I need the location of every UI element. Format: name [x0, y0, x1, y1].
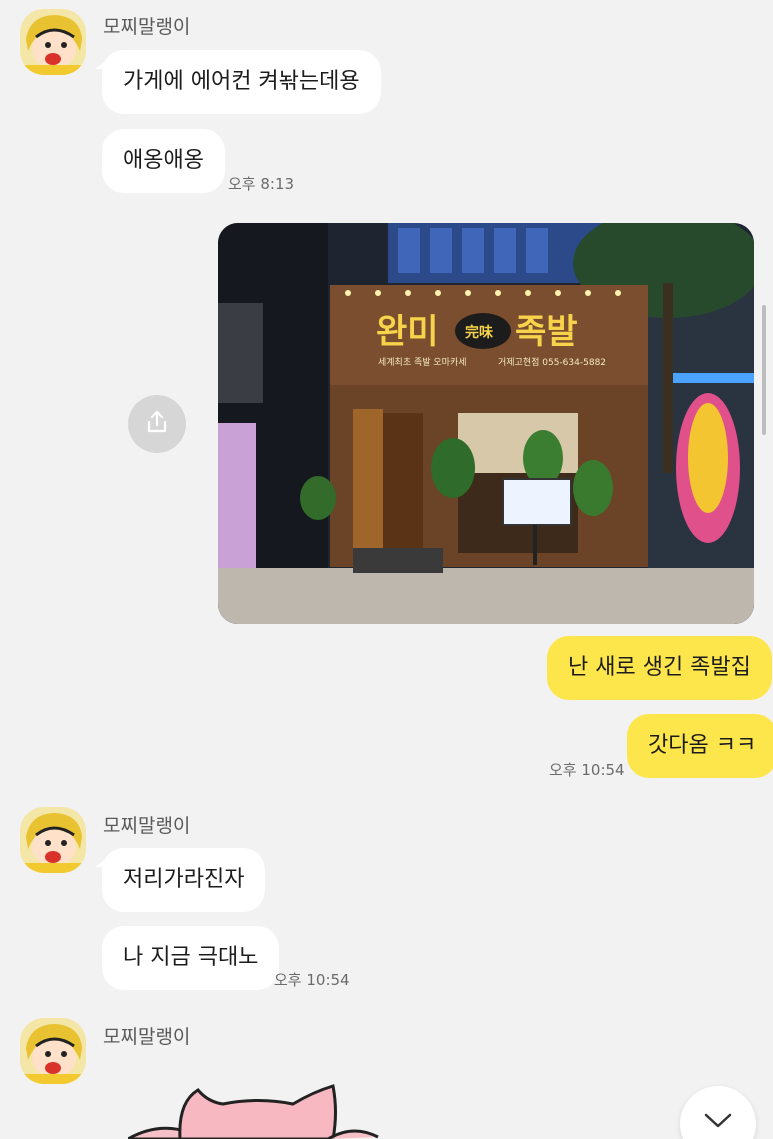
sign-phone: 거제고현점 055-634-5882	[498, 356, 606, 368]
avatar[interactable]	[20, 807, 86, 873]
share-icon	[144, 409, 170, 439]
avatar[interactable]	[20, 1018, 86, 1084]
sticker-message[interactable]	[128, 1082, 388, 1139]
sign-text-right: 족발	[515, 312, 578, 352]
scrollbar[interactable]	[762, 305, 766, 435]
chevron-down-icon	[703, 1112, 733, 1134]
photo-message[interactable]: 완미 完味 족발 세계최초 족발 오마카세 거제고현점 055-634-5882	[218, 223, 754, 624]
message-bubble[interactable]: 갓다옴 ㅋㅋ	[627, 714, 773, 778]
sign-subtitle: 세계최초 족발 오마카세	[378, 356, 467, 368]
avatar[interactable]	[20, 9, 86, 75]
scroll-to-bottom-button[interactable]	[680, 1086, 756, 1139]
sender-name: 모찌말랭이	[103, 1026, 191, 1048]
message-time: 오후 8:13	[228, 175, 295, 193]
message-bubble[interactable]: 나 지금 극대노	[102, 926, 280, 990]
sender-name: 모찌말랭이	[103, 815, 191, 837]
message-time: 오후 10:54	[549, 761, 625, 779]
sender-name: 모찌말랭이	[103, 16, 191, 38]
message-bubble[interactable]: 저리가라진자	[94, 848, 266, 912]
message-bubble[interactable]: 애옹애옹	[102, 129, 225, 193]
message-bubble[interactable]: 난 새로 생긴 족발집	[547, 636, 772, 700]
sign-text-left: 완미	[376, 312, 439, 352]
message-bubble[interactable]: 가게에 에어컨 켜놖는데용	[95, 50, 381, 114]
sign-badge: 完味	[465, 324, 493, 341]
message-time: 오후 10:54	[274, 971, 350, 989]
share-button[interactable]	[128, 395, 186, 453]
